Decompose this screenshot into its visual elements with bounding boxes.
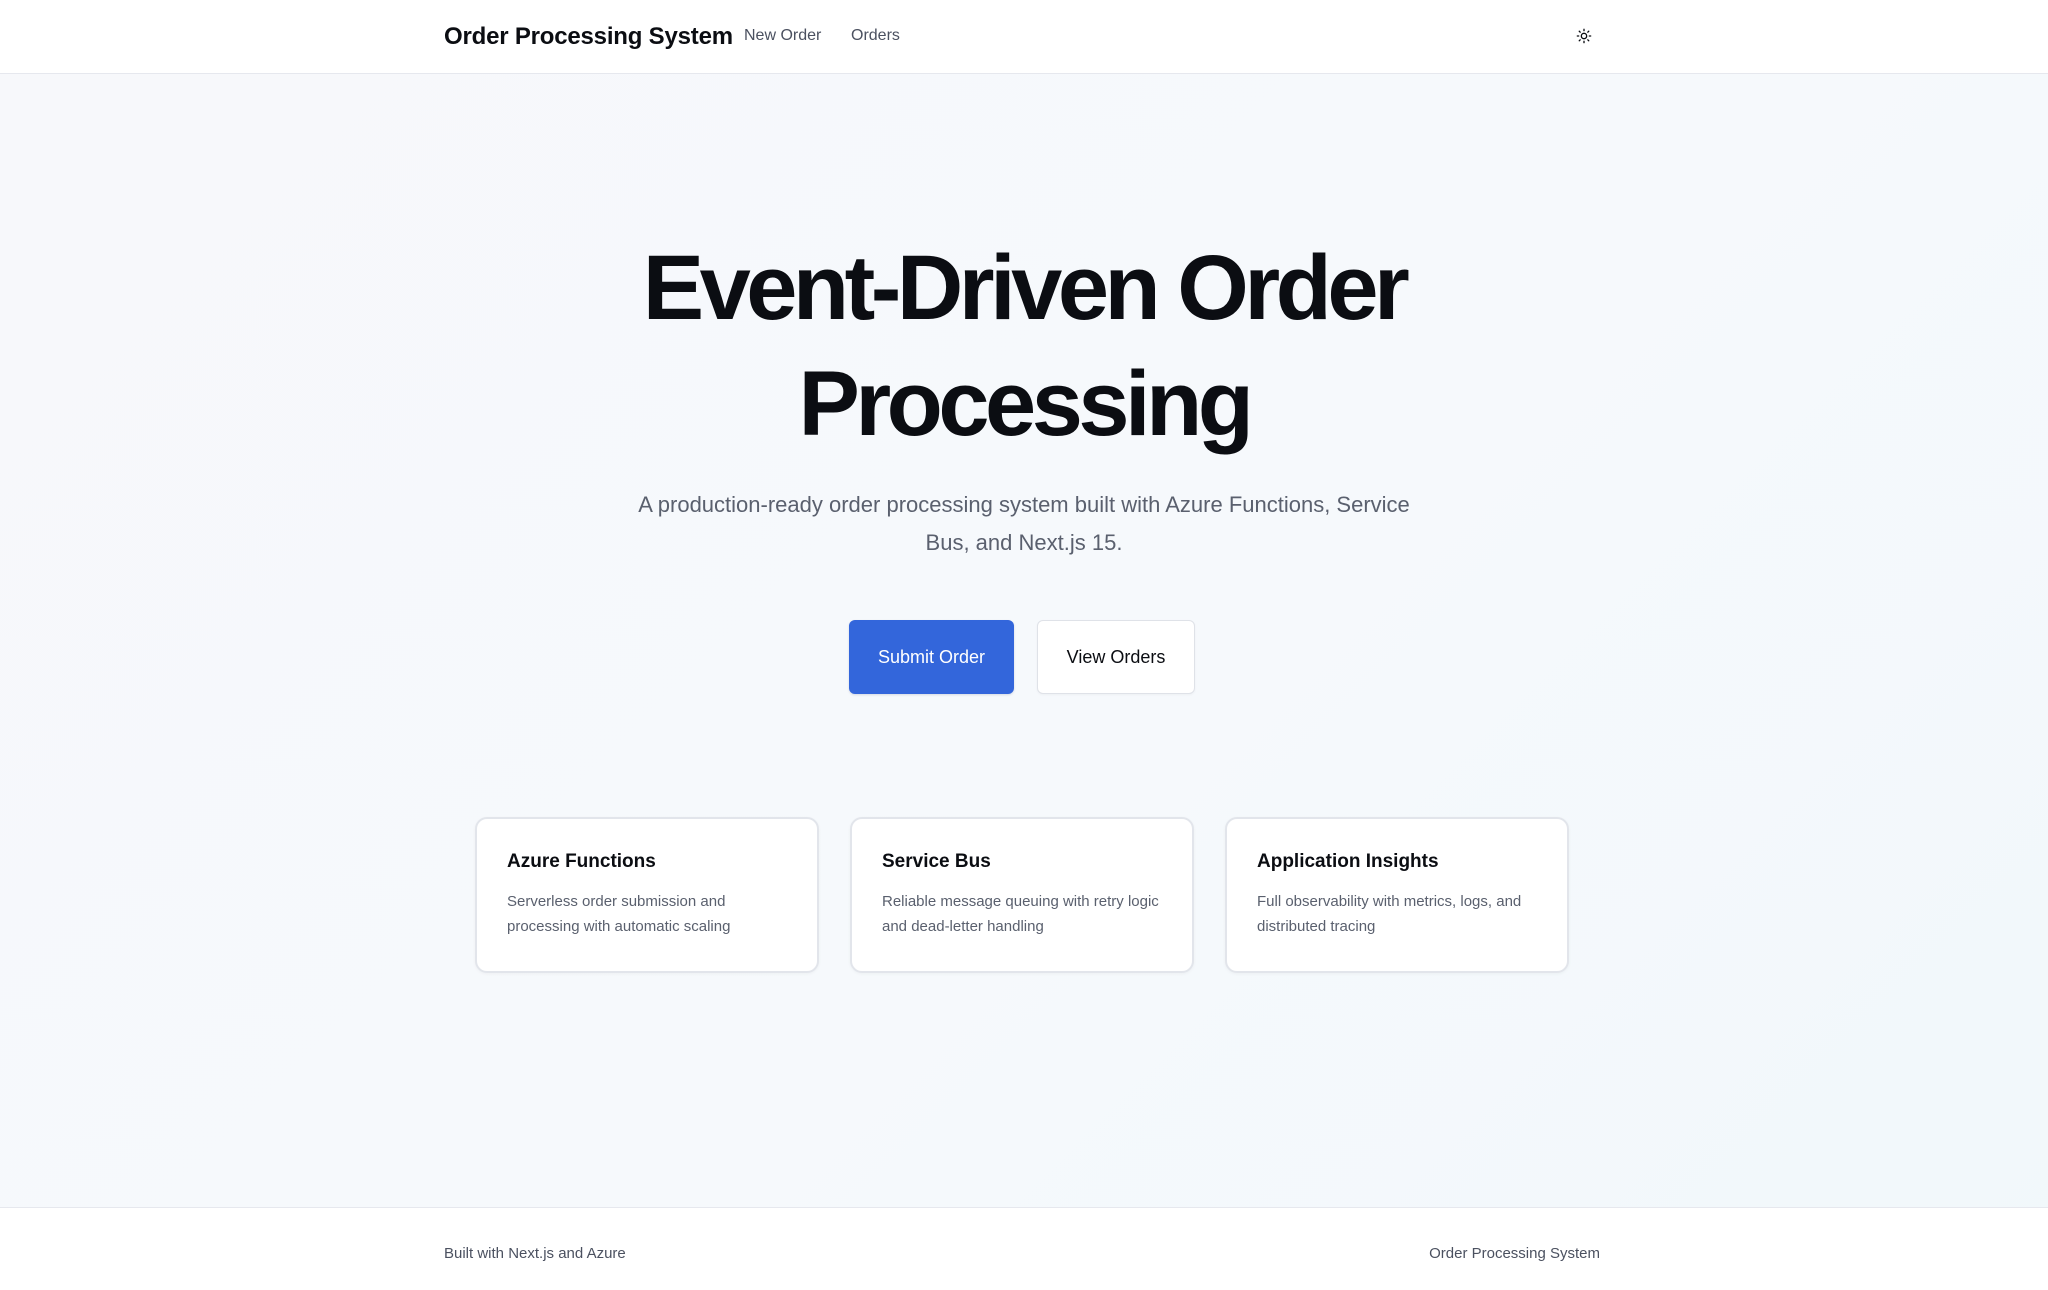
footer: Built with Next.js and Azure Order Proce… [0,1207,2048,1290]
view-orders-button[interactable]: View Orders [1037,620,1195,694]
feature-card-azure-functions: Azure Functions Serverless order submiss… [475,817,819,973]
hero-title: Event-Driven Order Processing [0,230,2048,462]
footer-app-name: Order Processing System [1429,1245,1600,1262]
hero-title-line-1: Event-Driven Order [642,237,1410,339]
hero-subtitle: A production-ready order processing syst… [638,492,1410,555]
feature-card-description: Full observability with metrics, logs, a… [1257,893,1522,935]
submit-order-button[interactable]: Submit Order [849,620,1014,694]
nav-new-order[interactable]: New Order [744,25,821,47]
feature-card-description: Serverless order submission and processi… [507,893,731,935]
feature-card-title: Application Insights [1257,851,1439,872]
feature-card-service-bus: Service Bus Reliable message queuing wit… [850,817,1194,973]
feature-card-description: Reliable message queuing with retry logi… [882,893,1159,935]
sun-icon [1576,28,1592,44]
feature-card-title: Service Bus [882,851,991,872]
nav-orders[interactable]: Orders [851,25,900,47]
top-nav: Order Processing System New Order Orders [0,0,2048,74]
brand-link[interactable]: Order Processing System [444,22,733,52]
hero-title-line-2: Processing [798,353,1254,455]
theme-toggle-button[interactable] [1568,20,1600,52]
footer-built-with: Built with Next.js and Azure [444,1245,626,1262]
feature-card-title: Azure Functions [507,851,656,872]
feature-card-application-insights: Application Insights Full observability … [1225,817,1569,973]
